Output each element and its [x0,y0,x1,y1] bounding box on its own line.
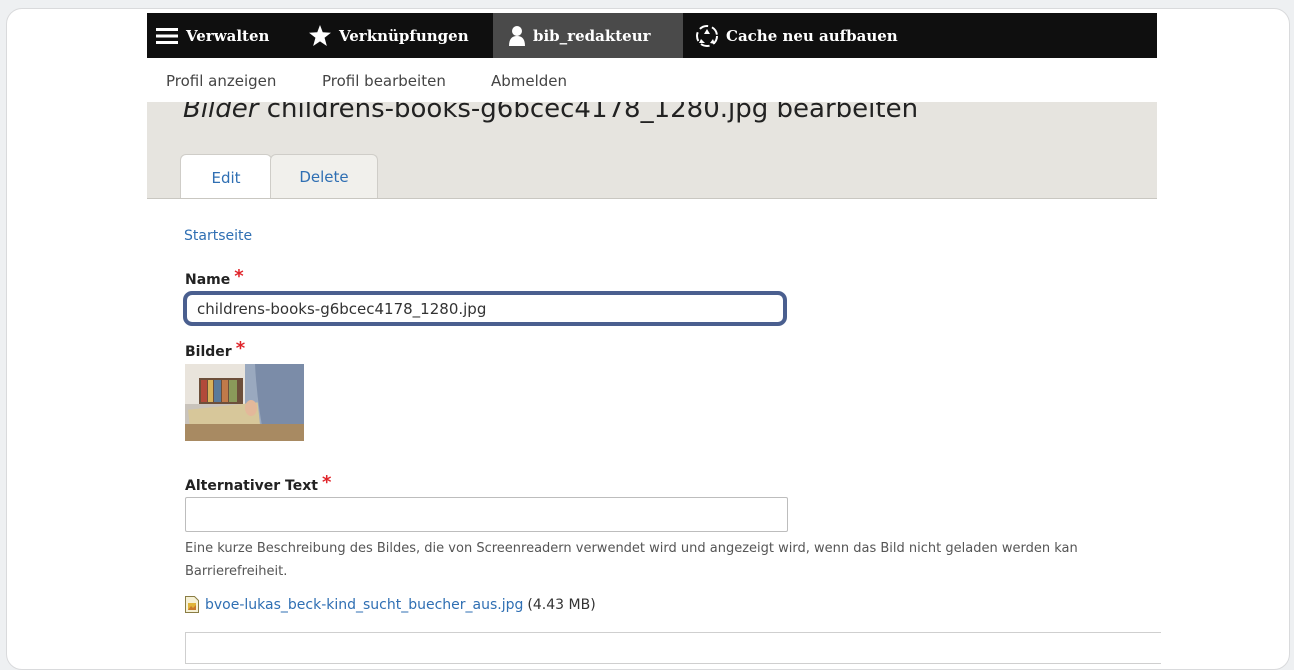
toolbar-label: Verknüpfungen [339,26,469,45]
link-profil-anzeigen[interactable]: Profil anzeigen [166,72,276,90]
bilder-label: Bilder * [185,338,246,361]
toolbar-cache[interactable]: Cache neu aufbauen [696,13,898,58]
menu-icon [156,27,178,44]
admin-toolbar: Verwalten Verknüpfungen bib_redakteur Ca… [147,13,1157,58]
breadcrumb-home[interactable]: Startseite [184,228,252,244]
file-entry: bvoe-lukas_beck-kind_sucht_buecher_aus.j… [185,596,596,613]
bilder-label-text: Bilder [185,344,232,360]
tab-edit[interactable]: Edit [180,154,272,198]
required-marker: * [321,472,332,493]
image-file-icon [185,596,199,613]
file-size: (4.43 MB) [527,596,596,613]
required-marker: * [235,338,246,359]
link-profil-bearbeiten[interactable]: Profil bearbeiten [322,72,446,90]
alt-text-label-text: Alternativer Text [185,478,318,494]
page-title-text: childrens-books-g6bcec4178_1280.jpg bear… [258,102,919,124]
toolbar-verwalten[interactable]: Verwalten [156,13,269,58]
page-header: Bilder childrens-books-g6bcec4178_1280.j… [147,102,1157,199]
star-icon [309,25,331,46]
description-line: Barrierefreiheit. [185,564,288,579]
link-abmelden[interactable]: Abmelden [491,72,567,90]
tab-label: Delete [299,168,349,186]
page-title: Bilder childrens-books-g6bcec4178_1280.j… [183,102,918,124]
page-title-type: Bilder [183,102,259,124]
alt-text-input[interactable] [185,497,788,532]
user-icon [509,25,525,46]
toolbar-label: Cache neu aufbauen [726,26,898,45]
name-label-text: Name [185,272,231,288]
file-link[interactable]: bvoe-lukas_beck-kind_sucht_buecher_aus.j… [205,597,523,613]
alt-text-label: Alternativer Text * [185,472,332,495]
description-line: Eine kurze Beschreibung des Bildes, die … [185,541,1078,556]
name-input[interactable] [183,291,787,326]
toolbar-verknuepfungen[interactable]: Verknüpfungen [309,13,469,58]
alt-text-description: Eine kurze Beschreibung des Bildes, die … [185,537,1170,583]
tab-delete[interactable]: Delete [270,154,378,198]
tab-label: Edit [211,168,241,187]
thumbnail-image [185,364,304,441]
toolbar-label: bib_redakteur [533,26,651,45]
image-thumbnail[interactable] [185,364,304,441]
required-marker: * [234,266,244,287]
toolbar-label: Verwalten [186,26,270,45]
name-label: Name * [185,266,244,289]
recycle-icon [696,24,718,47]
user-subbar: Profil anzeigen Profil bearbeiten Abmeld… [147,58,1157,103]
next-fieldset [185,632,1161,664]
toolbar-user[interactable]: bib_redakteur [493,13,683,58]
